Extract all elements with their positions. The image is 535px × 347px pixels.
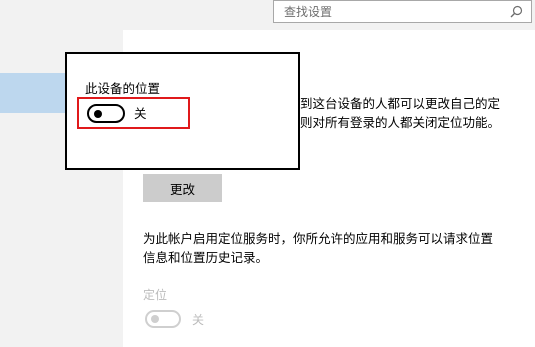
device-location-toggle[interactable] — [87, 104, 125, 123]
search-icon[interactable] — [510, 5, 523, 18]
dialog-title: 此设备的位置 — [85, 81, 161, 96]
location-toggle[interactable] — [145, 310, 181, 328]
device-location-dialog: 此设备的位置 关 — [65, 52, 300, 170]
location-toggle-label: 关 — [192, 313, 205, 327]
top-bar: 查找设置 — [0, 0, 535, 30]
location-description-line2: 则对所有登录的人都关闭定位功能。 — [300, 115, 501, 130]
location-toggle-knob — [151, 315, 159, 323]
device-location-toggle-label: 关 — [134, 106, 147, 121]
account-location-text-line2: 信息和位置历史记录。 — [143, 250, 269, 265]
location-description-line1: 到这台设备的人都可以更改自己的定 — [300, 96, 501, 111]
location-heading: 定位 — [143, 288, 168, 302]
search-placeholder: 查找设置 — [284, 5, 333, 19]
device-location-toggle-knob — [94, 109, 102, 118]
change-button[interactable]: 更改 — [143, 174, 222, 202]
account-location-text-line1: 为此帐户启用定位服务时，你所允许的应用和服务可以请求位置 — [143, 231, 494, 246]
toggle-highlight-box: 关 — [77, 97, 190, 129]
search-input[interactable]: 查找设置 — [273, 0, 532, 23]
